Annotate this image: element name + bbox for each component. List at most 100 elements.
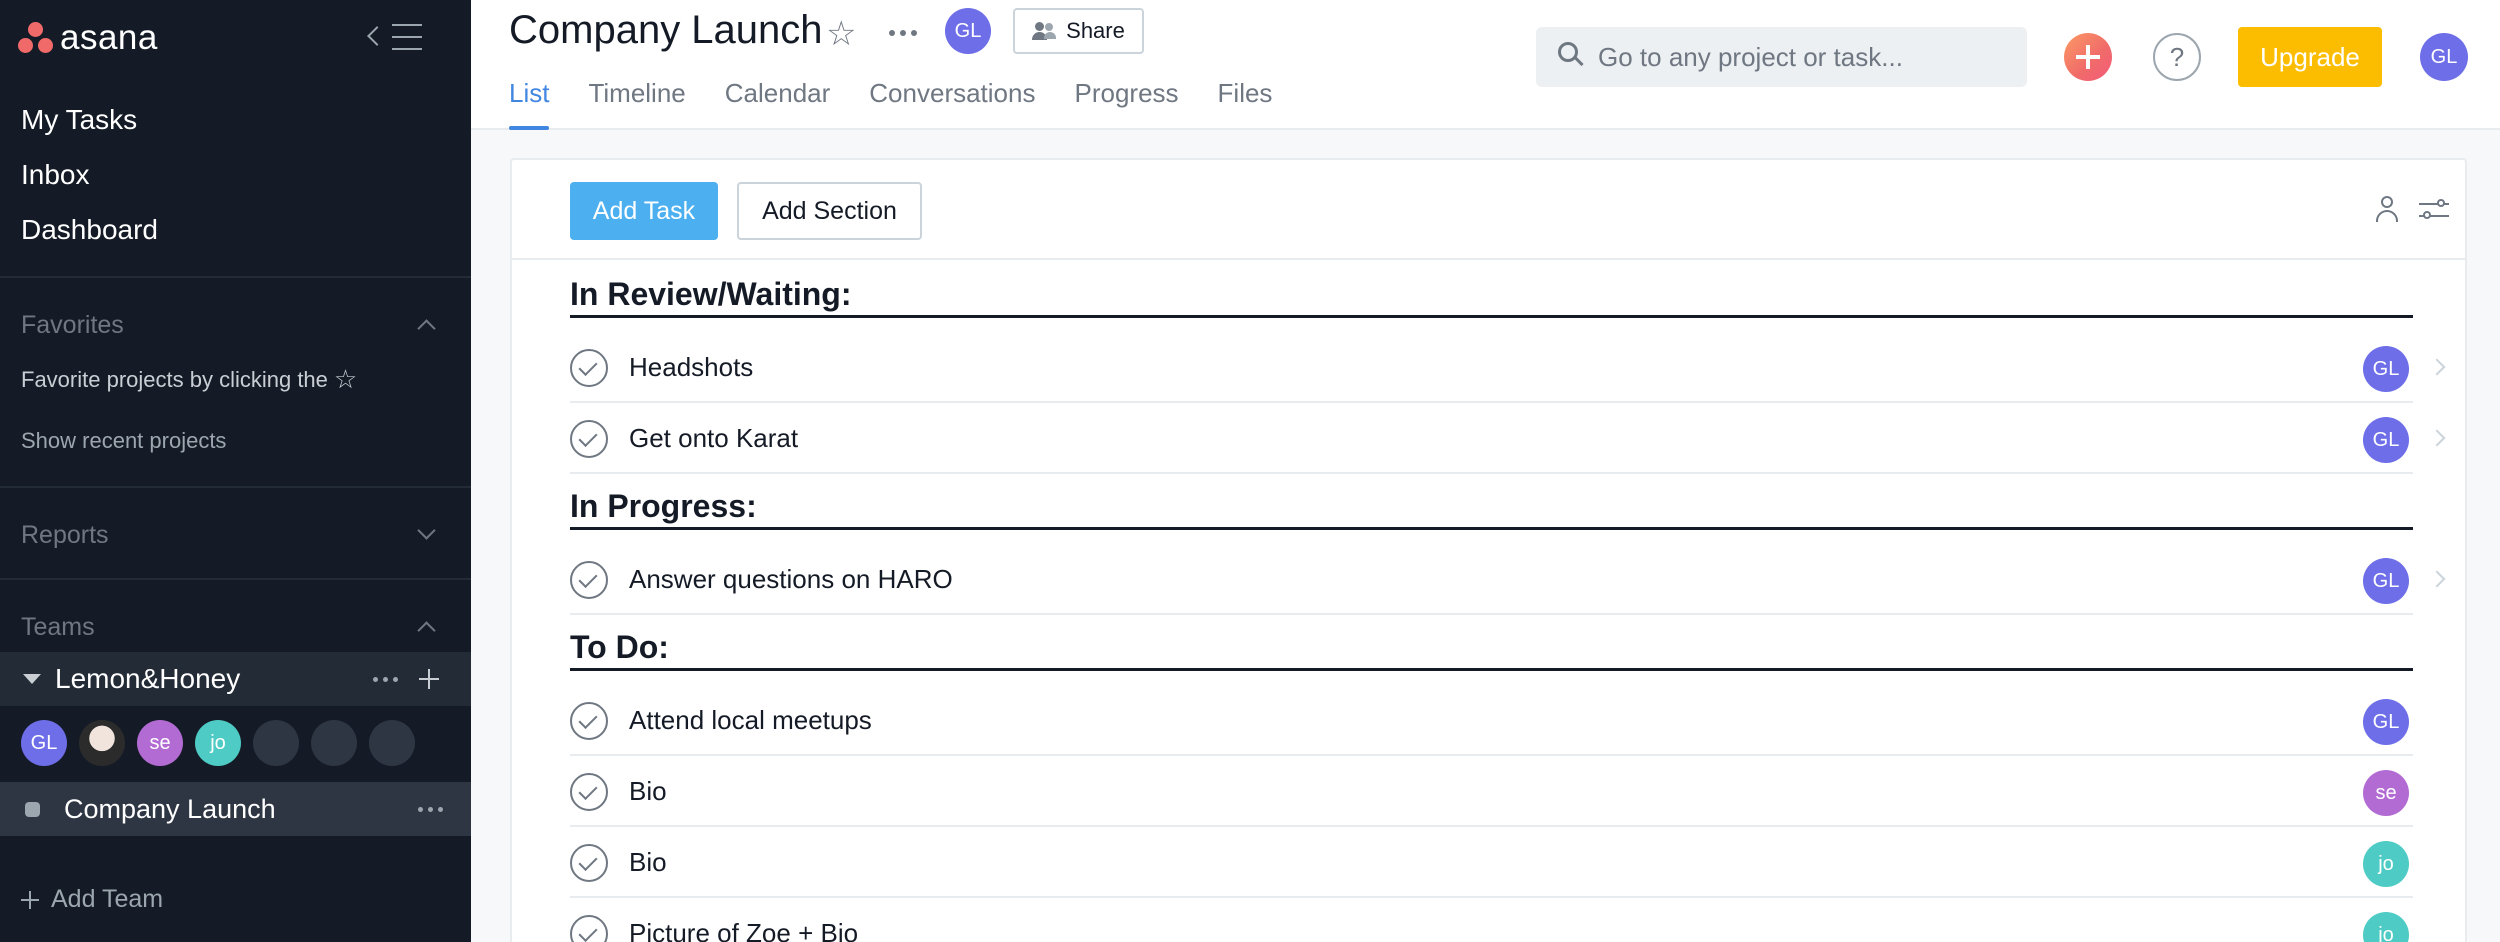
add-task-button[interactable]: Add Task bbox=[570, 182, 718, 240]
collapse-sidebar-icon[interactable] bbox=[367, 22, 424, 52]
nav-inbox[interactable]: Inbox bbox=[21, 159, 90, 191]
add-team-button[interactable]: Add Team bbox=[21, 885, 163, 914]
task-name[interactable]: Get onto Karat bbox=[629, 423, 798, 454]
people-icon bbox=[1032, 21, 1057, 41]
user-avatar[interactable]: GL bbox=[2420, 33, 2468, 81]
caret-down-icon[interactable] bbox=[23, 674, 41, 684]
member-avatar-placeholder[interactable] bbox=[253, 720, 299, 766]
nav-dashboard[interactable]: Dashboard bbox=[21, 214, 158, 246]
search-bar[interactable] bbox=[1536, 27, 2027, 87]
tab-timeline[interactable]: Timeline bbox=[588, 78, 685, 130]
complete-check-icon[interactable] bbox=[570, 915, 608, 942]
assignee-avatar[interactable]: GL bbox=[2363, 558, 2409, 604]
member-avatar-placeholder[interactable] bbox=[311, 720, 357, 766]
assignee-avatar[interactable]: GL bbox=[2363, 417, 2409, 463]
assignee-avatar[interactable]: jo bbox=[2363, 841, 2409, 887]
project-tabs: List Timeline Calendar Conversations Pro… bbox=[509, 78, 1272, 130]
assignee-filter-icon[interactable] bbox=[2374, 196, 2400, 224]
complete-check-icon[interactable] bbox=[570, 561, 608, 599]
team-name[interactable]: Lemon&Honey bbox=[55, 663, 240, 695]
section-header[interactable]: In Review/Waiting: bbox=[570, 272, 2413, 318]
member-avatar[interactable]: GL bbox=[21, 720, 67, 766]
asana-logo-icon bbox=[18, 22, 54, 54]
view-options-icon[interactable] bbox=[2419, 198, 2449, 224]
complete-check-icon[interactable] bbox=[570, 702, 608, 740]
complete-check-icon[interactable] bbox=[570, 773, 608, 811]
member-avatar-photo[interactable] bbox=[79, 720, 125, 766]
assignee-avatar[interactable]: se bbox=[2363, 770, 2409, 816]
team-more-icon[interactable] bbox=[373, 677, 398, 682]
reports-expand-icon[interactable] bbox=[417, 521, 436, 540]
quick-add-icon[interactable] bbox=[2064, 33, 2112, 81]
search-icon bbox=[1558, 42, 1584, 67]
chevron-right-icon[interactable] bbox=[2428, 429, 2446, 447]
member-avatar-placeholder[interactable] bbox=[369, 720, 415, 766]
task-row[interactable]: Bio se bbox=[570, 756, 2413, 827]
sidebar: asana My Tasks Inbox Dashboard Favorites… bbox=[0, 0, 471, 942]
tab-list[interactable]: List bbox=[509, 78, 550, 130]
sidebar-divider bbox=[0, 276, 471, 278]
task-name[interactable]: Bio bbox=[629, 847, 667, 878]
sidebar-project-name[interactable]: Company Launch bbox=[64, 794, 276, 825]
favorites-hint: Favorite projects by clicking the ☆ bbox=[21, 364, 357, 395]
plus-icon bbox=[21, 890, 39, 909]
task-name[interactable]: Picture of Zoe + Bio bbox=[629, 918, 858, 942]
project-more-icon[interactable] bbox=[418, 807, 443, 812]
project-owner-avatar[interactable]: GL bbox=[945, 8, 991, 54]
project-actions-icon[interactable] bbox=[889, 30, 917, 36]
logo-text: asana bbox=[60, 18, 158, 57]
star-icon: ☆ bbox=[333, 364, 358, 394]
complete-check-icon[interactable] bbox=[570, 349, 608, 387]
member-avatar[interactable]: jo bbox=[195, 720, 241, 766]
complete-check-icon[interactable] bbox=[570, 420, 608, 458]
task-row[interactable]: Get onto Karat GL bbox=[570, 403, 2446, 474]
task-row[interactable]: Answer questions on HARO GL bbox=[570, 544, 2446, 615]
task-name[interactable]: Bio bbox=[629, 776, 667, 807]
sidebar-project-company-launch[interactable]: Company Launch bbox=[0, 782, 471, 836]
task-row[interactable]: Picture of Zoe + Bio jo bbox=[570, 898, 2413, 942]
chevron-right-icon[interactable] bbox=[2428, 358, 2446, 376]
asana-logo[interactable]: asana bbox=[18, 18, 158, 57]
add-to-team-icon[interactable] bbox=[419, 669, 439, 689]
tab-files[interactable]: Files bbox=[1218, 78, 1273, 130]
page-title[interactable]: Company Launch bbox=[509, 8, 823, 53]
chevron-right-icon[interactable] bbox=[2428, 570, 2446, 588]
assignee-avatar[interactable]: jo bbox=[2363, 912, 2409, 942]
task-row[interactable]: Attend local meetups GL bbox=[570, 685, 2413, 756]
tab-progress[interactable]: Progress bbox=[1074, 78, 1178, 130]
member-avatar[interactable]: se bbox=[137, 720, 183, 766]
task-name[interactable]: Answer questions on HARO bbox=[629, 564, 953, 595]
teams-header[interactable]: Teams bbox=[21, 613, 95, 642]
header: Company Launch ☆ GL Share List Timeline … bbox=[471, 0, 2500, 130]
help-icon[interactable]: ? bbox=[2153, 33, 2201, 81]
project-color-icon bbox=[25, 802, 40, 817]
add-section-button[interactable]: Add Section bbox=[737, 182, 922, 240]
section-header[interactable]: To Do: bbox=[570, 625, 2413, 671]
favorites-collapse-icon[interactable] bbox=[417, 319, 436, 338]
team-members: GL se jo bbox=[21, 720, 415, 766]
favorite-star-icon[interactable]: ☆ bbox=[826, 14, 856, 54]
task-row[interactable]: Headshots GL bbox=[570, 332, 2446, 403]
team-row[interactable]: Lemon&Honey bbox=[0, 652, 471, 706]
task-name[interactable]: Headshots bbox=[629, 352, 753, 383]
assignee-avatar[interactable]: GL bbox=[2363, 346, 2409, 392]
section-header[interactable]: In Progress: bbox=[570, 484, 2413, 530]
complete-check-icon[interactable] bbox=[570, 844, 608, 882]
task-row[interactable]: Bio jo bbox=[570, 827, 2413, 898]
reports-header[interactable]: Reports bbox=[21, 521, 109, 550]
tab-calendar[interactable]: Calendar bbox=[725, 78, 831, 130]
sidebar-divider bbox=[0, 578, 471, 580]
share-label: Share bbox=[1066, 18, 1125, 43]
favorites-header[interactable]: Favorites bbox=[21, 311, 124, 340]
search-input[interactable] bbox=[1598, 39, 2008, 75]
teams-collapse-icon[interactable] bbox=[417, 621, 436, 640]
share-button[interactable]: Share bbox=[1013, 8, 1144, 54]
show-recent-projects-link[interactable]: Show recent projects bbox=[21, 428, 226, 454]
tab-conversations[interactable]: Conversations bbox=[869, 78, 1035, 130]
upgrade-button[interactable]: Upgrade bbox=[2238, 27, 2382, 87]
assignee-avatar[interactable]: GL bbox=[2363, 699, 2409, 745]
list-toolbar: Add Task Add Section bbox=[512, 160, 2465, 260]
task-name[interactable]: Attend local meetups bbox=[629, 705, 872, 736]
add-team-label: Add Team bbox=[51, 885, 164, 913]
nav-my-tasks[interactable]: My Tasks bbox=[21, 104, 137, 136]
